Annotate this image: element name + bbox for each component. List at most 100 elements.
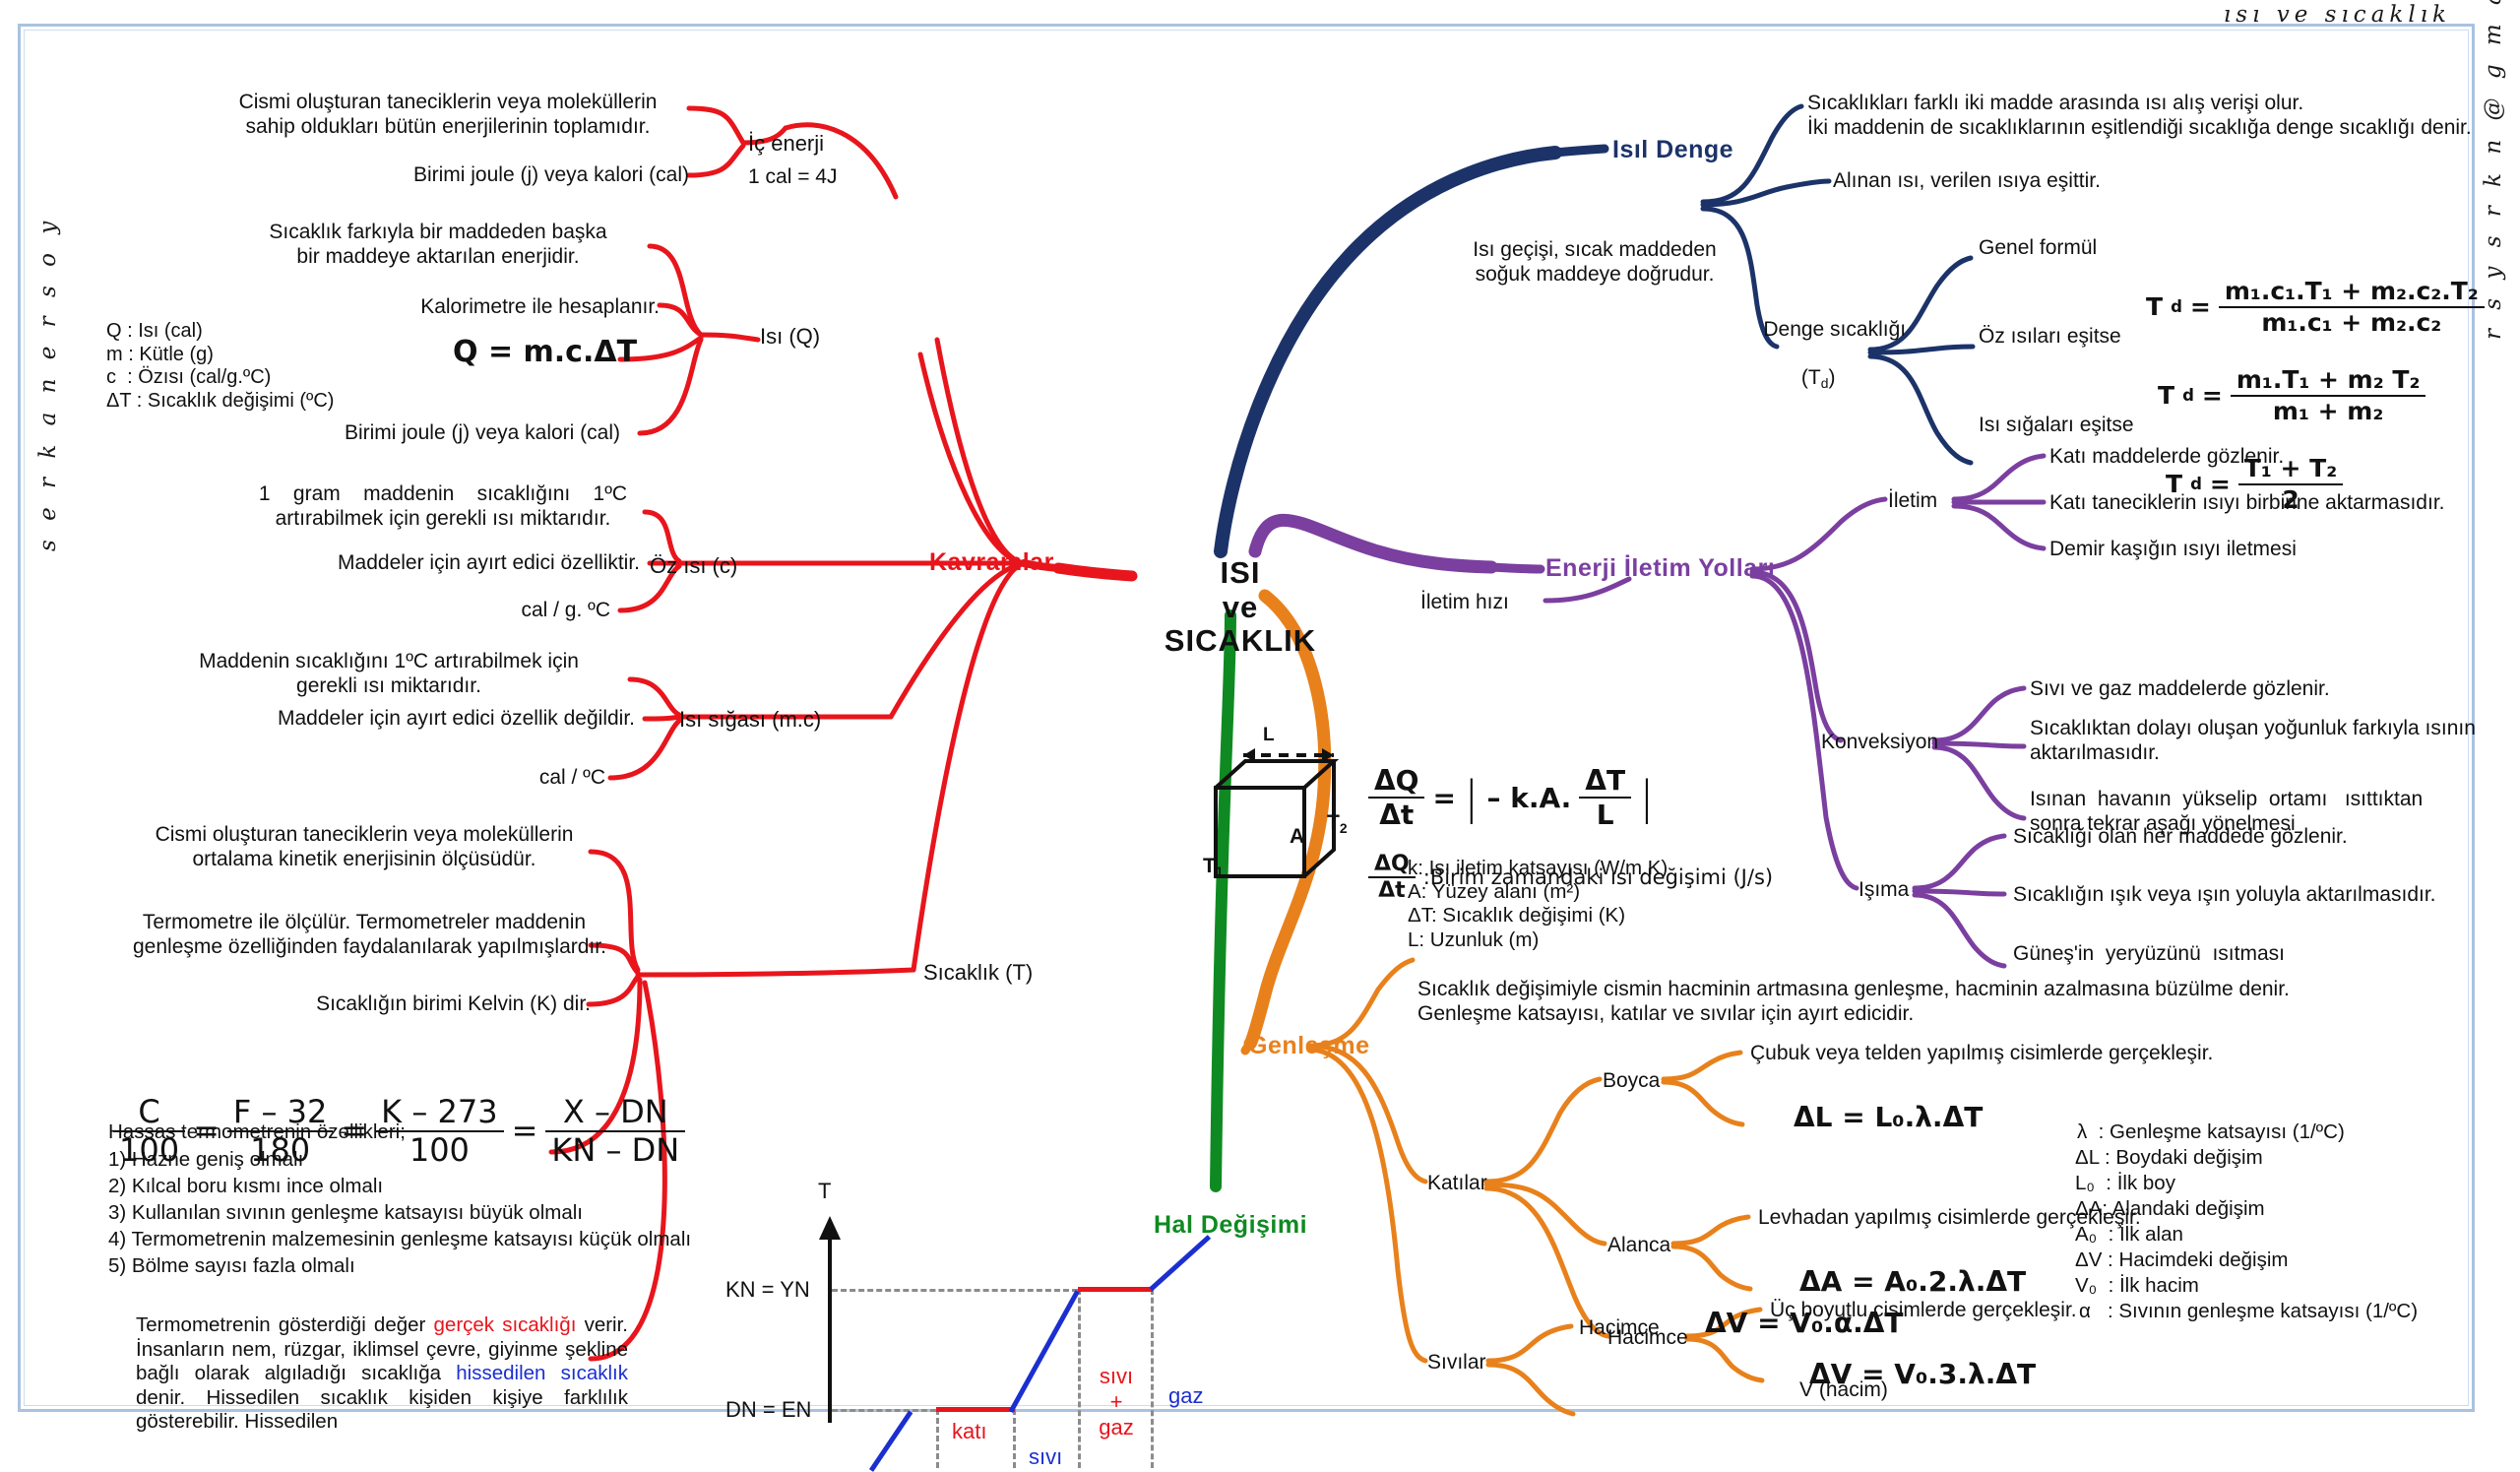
chart-segment-5 [1149, 1235, 1212, 1292]
felt-p3: denir. Hissedilen sıcaklık kişiden kişiy… [136, 1385, 628, 1434]
thermometer-prop-1: 1) Hazne geniş olmalı [108, 1148, 304, 1171]
chart-y-label: T [818, 1179, 832, 1203]
denge-label-line2: (Td) [1800, 366, 1836, 392]
isil-denge-desc-left: Isı geçişi, sıcak maddeden soğuk maddeye… [1473, 238, 1717, 286]
genlesme-intro: Sıcaklık değişimiyle cismin hacminin art… [1418, 978, 2290, 1025]
ic-enerji-desc-2: Birimi joule (j) veya kalori (cal) [412, 163, 689, 186]
cube-label-A: A [1290, 825, 1305, 848]
cube-label-T2: T2 [1327, 811, 1348, 836]
branch-isil-denge[interactable]: Isıl Denge [1612, 136, 1733, 165]
chart-ytick-1: DN = EN [725, 1397, 812, 1422]
mindmap-canvas: ısı ve sıcaklık s e r k a n e r s o y r … [0, 0, 2520, 1472]
watermark-left: s e r k a n e r s o y [35, 215, 61, 551]
center-node: ISI ve SICAKLIK [1132, 555, 1349, 659]
hacimce-sivi-note: V (hacim) [1799, 1378, 1888, 1401]
scale-n4: X – DN [545, 1093, 686, 1133]
chart-y-axis [828, 1234, 832, 1423]
node-isi-sigasi[interactable]: Isı sığası (m.c) [679, 707, 821, 733]
isi-sigasi-desc-3: cal / ºC [538, 766, 605, 789]
genlesme-legend-7: V₀ : İlk hacim [2075, 1274, 2199, 1297]
chart-sep-4 [1151, 1289, 1154, 1468]
node-isima[interactable]: Işıma [1858, 878, 1909, 903]
chart-region-1: katı [952, 1419, 987, 1443]
genlesme-legend-4: ΔA: Alandaki değişim [2075, 1197, 2265, 1220]
konveksiyon-item-1: Sıvı ve gaz maddelerde gözlenir. [2030, 677, 2330, 700]
isi-q-legend: Q : Isı (cal) m : Kütle (g) c : Özısı (c… [106, 320, 335, 412]
branch-enerji-iletim[interactable]: Enerji İletim Yolları [1545, 554, 1775, 584]
isima-item-1: Sıcaklığı olan her maddede gözlenir. [2013, 825, 2348, 848]
thermometer-prop-5: 5) Bölme sayısı fazla olmalı [108, 1254, 355, 1277]
felt-highlight-1: gerçek sıcaklığı [433, 1313, 577, 1336]
chart-region-3: sıvı + gaz [1099, 1364, 1134, 1440]
center-line-1: ISI [1220, 555, 1261, 590]
chart-ytick-2: KN = YN [725, 1277, 810, 1302]
genlesme-legend-1: λ : Genleşme katsayısı (1/ºC) [2077, 1120, 2345, 1143]
conduction-symbol-list: k: Isı iletim katsayısı (W/m.K) A: Yüzey… [1408, 857, 1669, 951]
node-konveksiyon[interactable]: Konveksiyon [1821, 731, 1938, 755]
isi-q-formula: Q = m.c.ΔT [453, 335, 638, 369]
node-katilar[interactable]: Katılar [1427, 1172, 1487, 1196]
node-isi-q[interactable]: Isı (Q) [760, 324, 820, 350]
center-line-2: ve [1222, 589, 1259, 624]
sicaklik-desc-2: Termometre ile ölçülür. Termometreler ma… [133, 911, 606, 958]
node-oz-isi[interactable]: Öz ısı (c) [650, 553, 737, 579]
chart-guide-dn [832, 1409, 936, 1412]
konveksiyon-item-2: Sıcaklıktan dolayı oluşan yoğunluk farkı… [2030, 717, 2476, 764]
node-sicaklik-t[interactable]: Sıcaklık (T) [923, 960, 1033, 986]
iletim-hizi-label: İletim hızı [1420, 591, 1509, 613]
chart-region-4: gaz [1168, 1383, 1204, 1408]
node-iletim[interactable]: İletim [1888, 489, 1937, 514]
chart-segment-1 [868, 1410, 914, 1472]
node-sivilar[interactable]: Sıvılar [1427, 1351, 1486, 1376]
node-alanca[interactable]: Alanca [1607, 1234, 1670, 1258]
chart-segment-3 [1008, 1290, 1080, 1413]
genlesme-legend-2: ΔL : Boydaki değişim [2075, 1146, 2263, 1169]
node-boyca[interactable]: Boyca [1603, 1069, 1660, 1094]
denge-row-2-label: Öz ısıları eşitse [1979, 325, 2121, 348]
isi-q-desc-1: Sıcaklık farkıyla bir maddeden başka bir… [269, 221, 607, 268]
chart-sep-2 [1013, 1409, 1016, 1468]
chart-sep-1 [936, 1409, 939, 1468]
iletim-item-2: Katı taneciklerin ısıyı birbirine aktarm… [2049, 491, 2445, 514]
denge-row-3-label: Isı sığaları eşitse [1979, 414, 2134, 436]
oz-isi-desc-1: 1 gram maddenin sıcaklığını 1ºC artırabi… [258, 482, 628, 530]
boyca-formula: ΔL = L₀.λ.ΔT [1794, 1101, 1984, 1133]
isi-q-desc-3: Birimi joule (j) veya kalori (cal) [344, 421, 620, 444]
chart-segment-4 [1078, 1287, 1153, 1292]
node-ic-enerji[interactable]: İç enerji [748, 131, 824, 157]
node-hacimce-sivi[interactable]: Hacimce [1579, 1316, 1660, 1341]
branch-genlesme[interactable]: Genleşme [1248, 1032, 1370, 1061]
genlesme-legend-6: ΔV : Hacimdeki değişim [2075, 1248, 2289, 1271]
thermometer-prop-2: 2) Kılcal boru kısmı ince olmalı [108, 1175, 384, 1197]
sicaklik-desc-3: Sıcaklığın birimi Kelvin (K) dir. [316, 992, 591, 1015]
felt-highlight-2: hissedilen sıcaklık [456, 1362, 628, 1385]
cube-label-T1: T1 [1203, 855, 1224, 879]
alanca-formula: ΔA = A₀.2.λ.ΔT [1799, 1265, 2027, 1298]
oz-isi-desc-2: Maddeler için ayırt edici özelliktir. [338, 551, 640, 574]
branch-kavramlar[interactable]: Kavramlar [929, 548, 1054, 578]
watermark-top: ısı ve sıcaklık [2223, 2, 2451, 28]
denge-row-1-label: Genel formül [1979, 236, 2098, 259]
isi-sigasi-desc-1: Maddenin sıcaklığını 1ºC artırabilmek iç… [199, 650, 579, 697]
chart-segment-2 [936, 1407, 1015, 1412]
boyca-desc: Çubuk veya telden yapılmış cisimlerde ge… [1750, 1042, 2214, 1064]
genlesme-legend-8: α : Sıvının genleşme katsayısı (1/ºC) [2079, 1300, 2419, 1322]
felt-temperature-paragraph: Termometrenin gösterdiği değer gerçek sı… [136, 1313, 628, 1435]
thermometer-props-title: Hassas termometrenin özellikleri; [108, 1120, 406, 1143]
chart-y-arrow [819, 1216, 841, 1240]
center-line-3: SICAKLIK [1164, 623, 1317, 659]
state-change-chart: T DN = EN KN = YN katı sıvı sıvı + gaz g… [725, 1179, 1245, 1472]
cube-label-L: L [1263, 725, 1275, 745]
scale-d4: KN – DN [551, 1131, 680, 1170]
isi-q-desc-2: Kalorimetre ile hesaplanır. [420, 295, 660, 318]
watermark-right: r s y s r k n @ g m a i l . c o m [2481, 0, 2506, 340]
ic-enerji-desc-1: Cismi oluşturan taneciklerin veya molekü… [238, 91, 658, 138]
isima-item-3: Güneş'in yeryüzünü ısıtması [2013, 942, 2285, 965]
denge-sicakligi-label: Denge sıcaklığı (Td) [1740, 293, 1906, 416]
isima-item-2: Sıcaklığın ışık veya ışın yoluyla aktarı… [2013, 883, 2436, 906]
thermometer-prop-4: 4) Termometrenin malzemesinin genleşme k… [108, 1228, 692, 1250]
oz-isi-desc-3: cal / g. ºC [521, 599, 610, 621]
isil-denge-item-2: Alınan ısı, verilen ısıya eşittir. [1833, 169, 2101, 192]
iletim-item-1: Katı maddelerde gözlenir. [2049, 445, 2285, 468]
denge-label-line1: Denge sıcaklığı [1763, 317, 1907, 341]
